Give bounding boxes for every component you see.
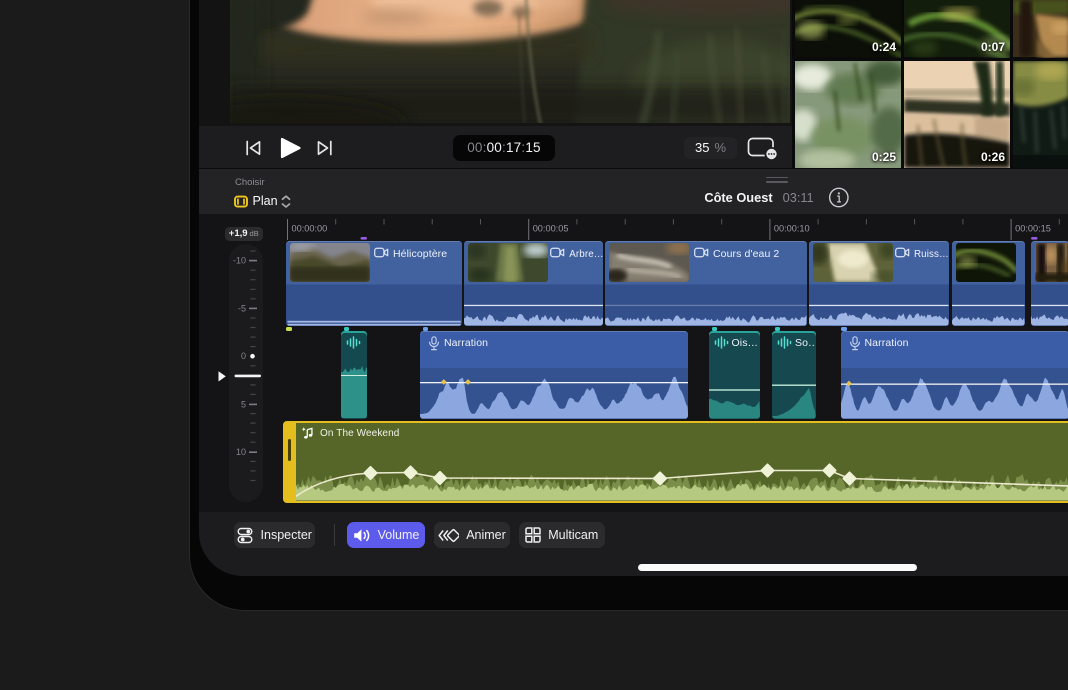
svg-text:00:00:05: 00:00:05: [533, 224, 569, 234]
svg-text:-10: -10: [233, 256, 246, 266]
svg-text:10: 10: [236, 447, 246, 457]
svg-text:0: 0: [241, 351, 246, 361]
svg-text:-5: -5: [238, 303, 246, 313]
svg-text:00:00:15: 00:00:15: [1015, 224, 1051, 234]
svg-text:00:00:10: 00:00:10: [774, 224, 810, 234]
svg-text:00:00:00: 00:00:00: [292, 224, 328, 234]
svg-text:5: 5: [241, 399, 246, 409]
